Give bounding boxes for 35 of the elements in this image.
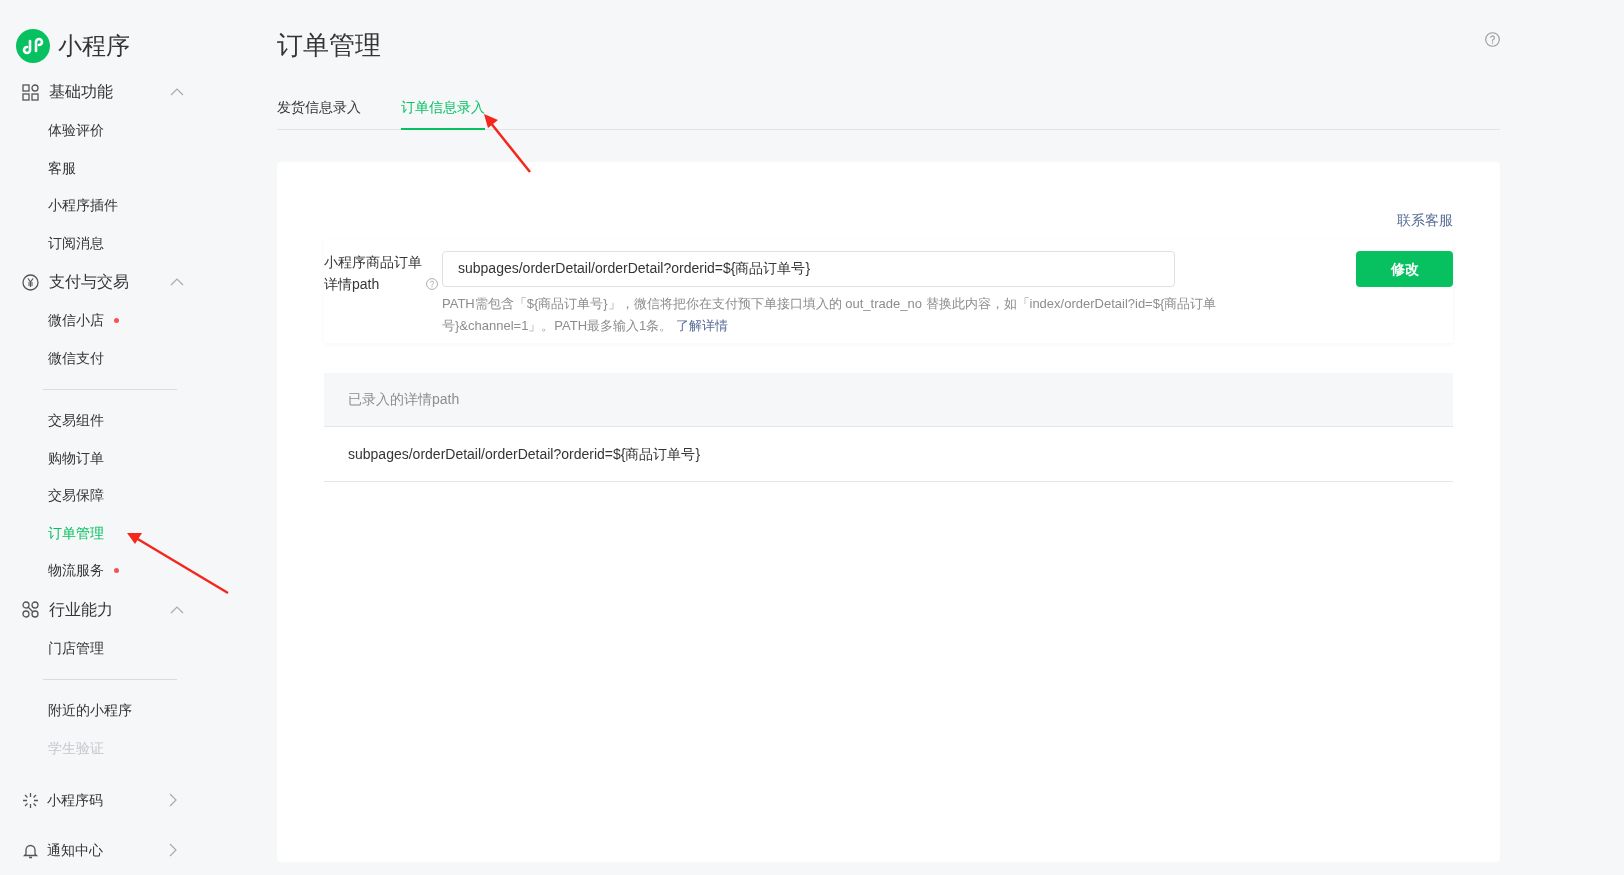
sidebar-item[interactable]: 订阅消息 (0, 224, 222, 262)
nodes-icon (22, 601, 39, 618)
sidebar-item[interactable]: 购物订单 (0, 439, 222, 477)
help-icon[interactable] (1485, 32, 1500, 48)
field-label: 小程序商品订单详情path (324, 253, 423, 295)
sidebar-item[interactable]: 体验评价 (0, 112, 222, 150)
sidebar-item[interactable]: 交易组件 (0, 402, 222, 440)
sidebar-item[interactable]: 附近的小程序 (0, 692, 222, 730)
sidebar-item[interactable]: 微信小店 (0, 302, 222, 340)
learn-more-link[interactable]: 了解详情 (675, 318, 728, 334)
annotation-arrow (484, 114, 531, 173)
sidebar-item[interactable]: 物流服务 (0, 552, 222, 590)
sparkle-icon (22, 791, 39, 809)
sidebar-link[interactable]: 小程序码 (0, 775, 222, 825)
sidebar-item[interactable]: 门店管理 (0, 629, 222, 667)
app-name: 小程序 (58, 31, 130, 61)
page-title: 订单管理 (277, 30, 381, 62)
sidebar-link[interactable]: 通知中心 (0, 825, 222, 875)
sidebar-item[interactable]: 小程序插件 (0, 187, 222, 225)
path-input-field[interactable]: subpages/orderDetail/orderDetail?orderid=${商品订单号} (442, 251, 1175, 288)
sidebar-item[interactable]: 微信支付 (0, 339, 222, 377)
hint-text: PATH需包含「${商品订单号}」，微信将把你在支付预下单接口填入的 out_trade_no 替换此内容，如「index/orderDetail?id=${商品订单号}&channel=1」。PATH最多输入1条。 了解详情 (442, 295, 1218, 336)
sidebar-group[interactable]: 支付与交易 (0, 262, 222, 302)
sidebar-group[interactable]: 基础功能 (0, 72, 222, 112)
sidebar-item[interactable]: 交易保障 (0, 477, 222, 515)
tab[interactable]: 发货信息录入 (277, 97, 361, 131)
contact-link[interactable]: 联系客服 (1397, 210, 1453, 232)
grid-icon (22, 83, 39, 101)
yuan-icon (22, 273, 39, 291)
logo-icon (16, 29, 50, 63)
help-icon[interactable] (426, 278, 438, 291)
sidebar-item[interactable]: 客服 (0, 149, 222, 187)
sidebar-group[interactable]: 行业能力 (0, 589, 222, 630)
table-cell-text: subpages/orderDetail/orderDetail?orderid=${商品订单号} (348, 444, 701, 464)
table-header: 已录入的详情path (348, 390, 460, 410)
